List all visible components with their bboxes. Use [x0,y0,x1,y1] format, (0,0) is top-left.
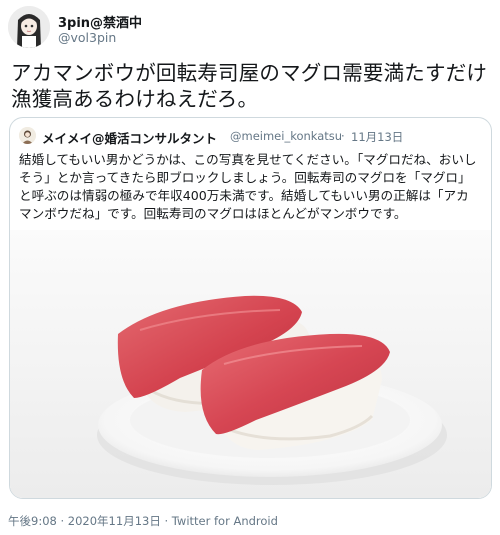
quoted-user-avatar[interactable] [19,127,36,144]
user-handle[interactable]: @vol3pin [58,30,116,45]
display-name[interactable]: 3pin@禁酒中 [58,12,142,31]
user-avatar[interactable] [8,6,50,48]
avatar-illustration-icon [8,6,50,48]
quoted-avatar-illustration-icon [19,127,36,144]
tweet-header: 3pin@禁酒中 @vol3pin [8,6,492,50]
quoted-tweet-header: メイメイ@婚活コンサルタント @meimei_konkatsu · 11月13日 [19,126,489,146]
quoted-date[interactable]: 11月13日 [351,129,403,145]
tweet-text: アカマンボウが回転寿司屋のマグロ需要満たすだけ漁獲高あるわけねえだろ。 [11,61,488,111]
timestamp-text: 午後9:08 · 2020年11月13日 · Twitter for Andro… [8,514,278,528]
quoted-tweet[interactable]: メイメイ@婚活コンサルタント @meimei_konkatsu · 11月13日… [9,117,492,499]
sushi-photo [10,230,491,498]
tweet-timestamp[interactable]: 午後9:08 · 2020年11月13日 · Twitter for Andro… [8,513,278,529]
quoted-media-image[interactable] [10,230,491,498]
quoted-display-name[interactable]: メイメイ@婚活コンサルタント [42,128,217,147]
quoted-separator: · [341,129,345,143]
quoted-tweet-text: 結婚してもいい男かどうかは、この写真を見せてください。「マグロだね、おいしそう」… [19,152,477,221]
quoted-user-handle[interactable]: @meimei_konkatsu [230,129,342,143]
